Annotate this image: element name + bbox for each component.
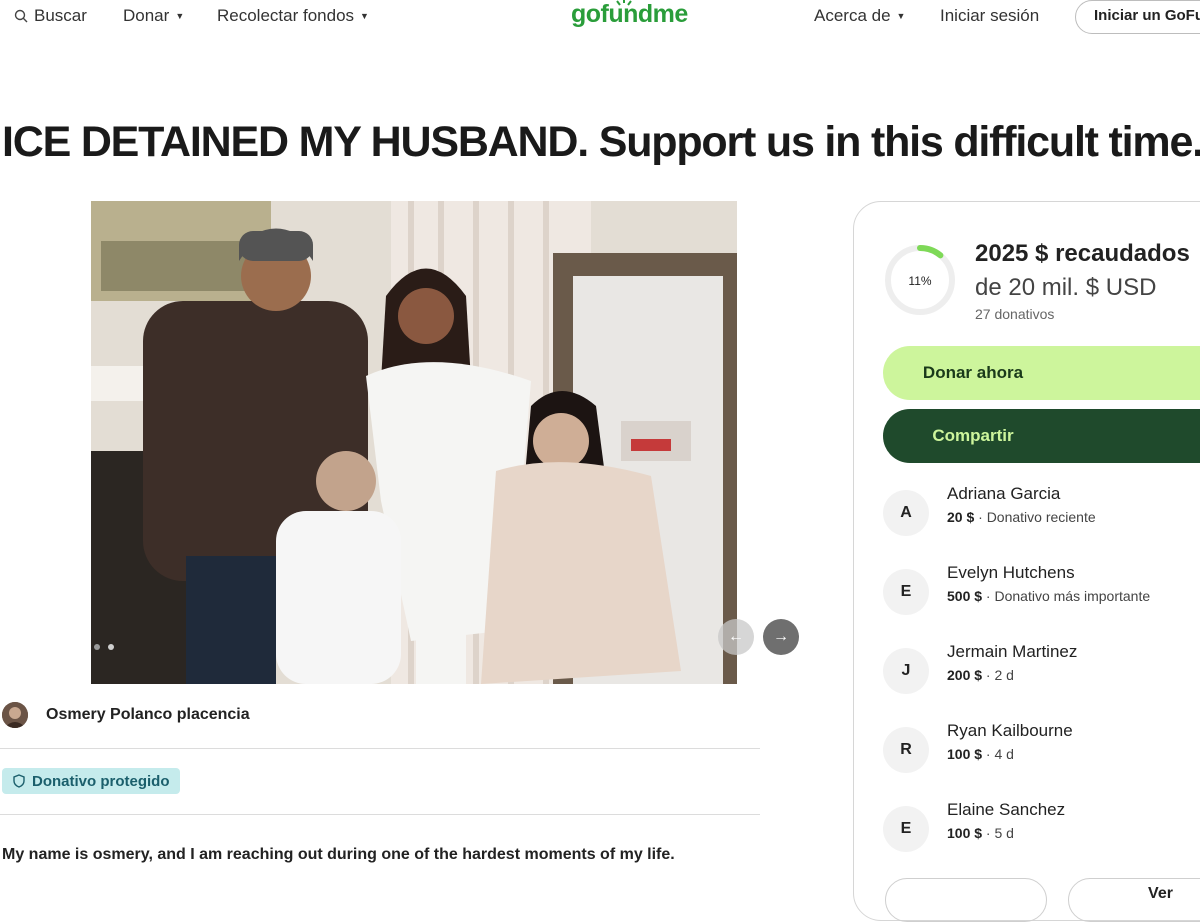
protected-donation-badge[interactable]: Donativo protegido [2, 768, 180, 794]
next-photo-button[interactable]: → [763, 619, 799, 655]
donor-item: A Adriana Garcia 20 $ · Donativo recient… [883, 484, 1200, 536]
donor-avatar: E [883, 569, 929, 615]
progress-percent: 11% [908, 274, 931, 288]
chevron-down-icon: ▼ [175, 11, 185, 21]
campaign-photo[interactable] [91, 201, 737, 684]
donor-amount: 20 $ [947, 509, 975, 525]
donate-menu[interactable]: Donar ▼ [123, 6, 184, 26]
donor-name: Elaine Sanchez [947, 800, 1066, 819]
amount-raised: 2025 $ recaudados [975, 240, 1190, 267]
donor-meta: 200 $ · 2 d [947, 667, 1014, 683]
donor-amount: 200 $ [947, 667, 983, 683]
login-link[interactable]: Iniciar sesión [940, 6, 1039, 26]
avatar-image [2, 702, 28, 728]
login-label: Iniciar sesión [940, 6, 1040, 25]
donor-meta: 20 $ · Donativo reciente [947, 509, 1096, 525]
donor-name: Ryan Kailbourne [947, 721, 1073, 740]
organizer-avatar[interactable] [2, 702, 28, 728]
donor-item: E Evelyn Hutchens 500 $ · Donativo más i… [883, 563, 1200, 615]
donor-note: · Donativo más importante [982, 588, 1151, 604]
donor-avatar: A [883, 490, 929, 536]
see-top-button[interactable]: Ver [1068, 878, 1200, 922]
fundraise-menu[interactable]: Recolectar fondos ▼ [217, 6, 369, 26]
donor-avatar: R [883, 727, 929, 773]
donor-item: E Elaine Sanchez 100 $ · 5 d [883, 800, 1200, 852]
donor-avatar: J [883, 648, 929, 694]
see-donations-button[interactable] [885, 878, 1047, 922]
chevron-down-icon: ▼ [360, 11, 369, 21]
arrow-left-icon: ← [728, 628, 744, 645]
donor-note: · 5 d [982, 825, 1014, 841]
donor-note: · Donativo reciente [974, 509, 1096, 525]
donor-note: · 2 d [982, 667, 1014, 683]
divider [0, 814, 760, 815]
goal-amount: de 20 mil. $ USD [975, 274, 1157, 301]
donor-name: Evelyn Hutchens [947, 563, 1075, 582]
donate-now-label: Donar ahora [922, 363, 1024, 382]
donor-meta: 100 $ · 4 d [947, 746, 1014, 762]
search-button[interactable]: Buscar [14, 6, 87, 26]
prev-photo-button[interactable]: ← [718, 619, 754, 655]
family-photo-illustration [91, 201, 737, 684]
donor-name: Jermain Martinez [947, 642, 1078, 661]
start-gofundme-button[interactable]: Iniciar un GoFundMe [1075, 0, 1200, 34]
about-menu-label: Acerca de [814, 6, 891, 25]
progress-ring: 11% [885, 245, 955, 315]
donor-avatar: E [883, 806, 929, 852]
search-icon [14, 9, 28, 23]
fundraise-menu-label: Recolectar fondos [217, 6, 355, 25]
see-label: Ver [1148, 885, 1173, 902]
donor-name: Adriana Garcia [947, 484, 1061, 503]
donor-note: · 4 d [982, 746, 1014, 762]
story-text: My name is osmery, and I am reaching out… [2, 846, 675, 863]
donate-now-button[interactable]: Donar ahora [883, 346, 1200, 400]
logo-sun-icon [616, 0, 632, 6]
donor-amount: 100 $ [947, 746, 983, 762]
donor-meta: 500 $ · Donativo más importante [947, 588, 1150, 604]
donor-meta: 100 $ · 5 d [947, 825, 1014, 841]
start-gofundme-label: Iniciar un GoFundMe [1094, 7, 1200, 24]
donate-menu-label: Donar [123, 6, 170, 25]
share-label: Compartir [932, 426, 1014, 445]
shield-icon [13, 774, 25, 788]
arrow-right-icon: → [773, 628, 789, 645]
page-title: ICE DETAINED MY HUSBAND. Support us in t… [2, 118, 1200, 166]
divider [0, 748, 760, 749]
about-menu[interactable]: Acerca de ▼ [814, 6, 905, 26]
organizer-name[interactable]: Osmery Polanco placencia [46, 706, 250, 724]
donor-item: J Jermain Martinez 200 $ · 2 d [883, 642, 1200, 694]
share-button[interactable]: Compartir [883, 409, 1200, 463]
donor-amount: 100 $ [947, 825, 983, 841]
protected-donation-label: Donativo protegido [32, 772, 170, 790]
donor-item: R Ryan Kailbourne 100 $ · 4 d [883, 721, 1200, 773]
donations-count[interactable]: 27 donativos [975, 306, 1054, 322]
donor-amount: 500 $ [947, 588, 983, 604]
search-label: Buscar [34, 6, 87, 25]
chevron-down-icon: ▼ [896, 11, 906, 21]
